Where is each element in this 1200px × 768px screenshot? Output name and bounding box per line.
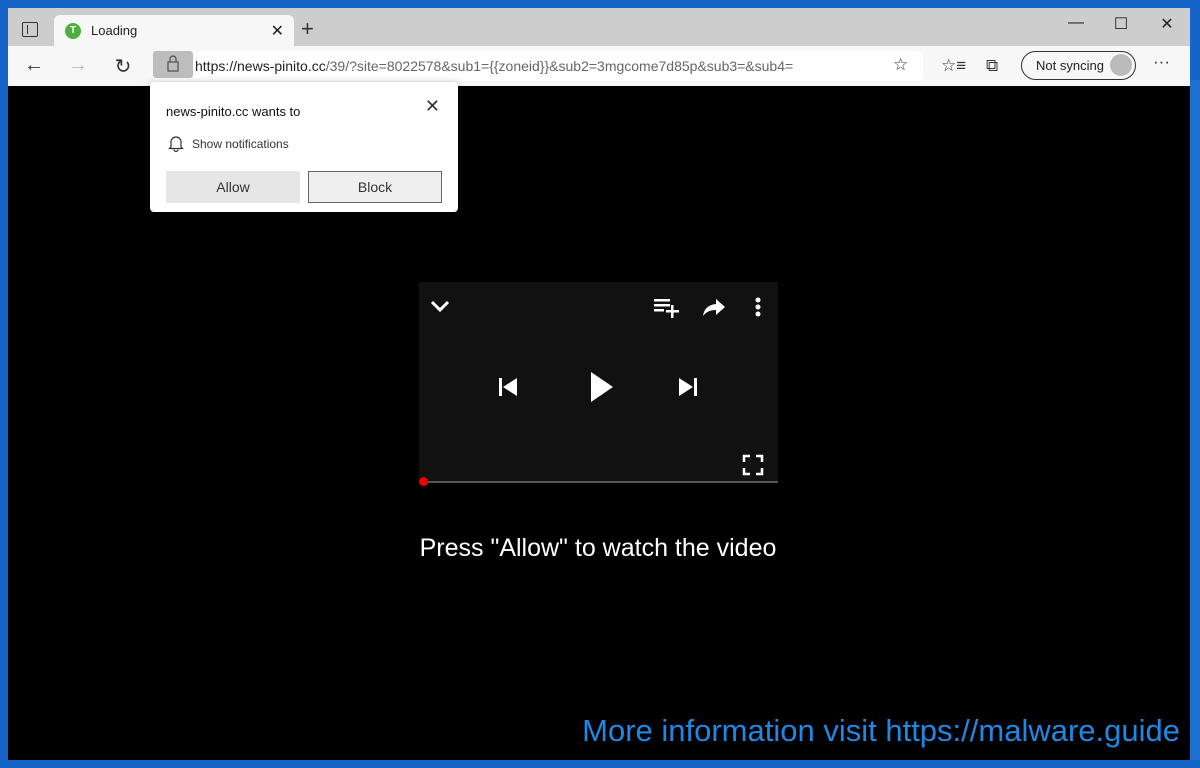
progress-scrubber[interactable] bbox=[419, 477, 428, 486]
permission-text: Show notifications bbox=[192, 137, 289, 151]
more-menu-icon[interactable]: ··· bbox=[1153, 52, 1170, 72]
toolbar: ← → ↻ https://news-pinito.cc/39/?site=80… bbox=[8, 46, 1190, 86]
tab-actions-icon[interactable] bbox=[22, 22, 38, 37]
more-options-icon[interactable] bbox=[753, 296, 763, 318]
progress-bar[interactable] bbox=[424, 481, 778, 483]
address-bar[interactable]: https://news-pinito.cc/39/?site=8022578&… bbox=[153, 51, 923, 81]
sync-label: Not syncing bbox=[1036, 58, 1104, 73]
share-icon[interactable] bbox=[702, 297, 726, 317]
avatar bbox=[1110, 54, 1132, 76]
prompt-title: news-pinito.cc wants to bbox=[166, 104, 301, 119]
add-favorite-icon[interactable]: ☆ bbox=[893, 55, 908, 75]
tab-close-icon[interactable]: ✕ bbox=[271, 21, 284, 41]
back-button[interactable]: ← bbox=[22, 54, 46, 77]
favorites-icon[interactable]: ☆≡ bbox=[941, 56, 966, 76]
refresh-button[interactable]: ↻ bbox=[111, 54, 135, 79]
prompt-close-icon[interactable]: ✕ bbox=[425, 96, 440, 117]
video-player[interactable] bbox=[419, 282, 778, 486]
minimize-button[interactable]: — bbox=[1061, 14, 1091, 32]
maximize-button[interactable]: ☐ bbox=[1106, 14, 1136, 34]
forward-button[interactable]: → bbox=[66, 54, 90, 77]
desktop-edge bbox=[1190, 80, 1200, 760]
profile-button[interactable]: Not syncing bbox=[1021, 51, 1136, 80]
new-tab-button[interactable]: + bbox=[301, 16, 314, 42]
allow-button[interactable]: Allow bbox=[166, 171, 300, 203]
collections-icon[interactable]: ⧉ bbox=[986, 56, 998, 76]
lock-icon bbox=[167, 55, 179, 72]
title-bar: T Loading ✕ + — ☐ ✕ bbox=[8, 8, 1190, 46]
browser-window: T Loading ✕ + — ☐ ✕ ← → ↻ https://news-p… bbox=[8, 8, 1190, 760]
block-button[interactable]: Block bbox=[308, 171, 442, 203]
watermark: More information visit https://malware.g… bbox=[582, 713, 1180, 748]
next-icon[interactable] bbox=[677, 376, 699, 398]
instruction-message: Press "Allow" to watch the video bbox=[419, 534, 777, 562]
tab-title: Loading bbox=[91, 23, 138, 38]
play-icon[interactable] bbox=[589, 370, 615, 404]
close-window-button[interactable]: ✕ bbox=[1152, 14, 1182, 34]
favicon-icon: T bbox=[65, 23, 81, 39]
fullscreen-icon[interactable] bbox=[742, 454, 764, 476]
previous-icon[interactable] bbox=[497, 376, 519, 398]
notification-permission-prompt: news-pinito.cc wants to ✕ Show notificat… bbox=[150, 82, 458, 212]
add-to-queue-icon[interactable] bbox=[653, 297, 681, 319]
site-info-button[interactable] bbox=[153, 51, 193, 78]
url-text[interactable]: https://news-pinito.cc/39/?site=8022578&… bbox=[195, 58, 793, 74]
chevron-down-icon[interactable] bbox=[429, 298, 451, 314]
bell-icon bbox=[168, 136, 184, 152]
tab-loading[interactable]: T Loading ✕ bbox=[54, 15, 294, 46]
